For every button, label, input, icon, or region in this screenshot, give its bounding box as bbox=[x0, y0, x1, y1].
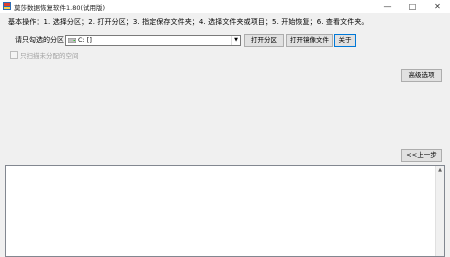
drive-icon bbox=[68, 38, 76, 43]
maximize-button[interactable]: □ bbox=[400, 0, 425, 13]
window-title: 莫莎数据恢复软件1.80(试用版) bbox=[14, 4, 106, 12]
partition-label: 请只勾选的分区： bbox=[15, 36, 71, 44]
instructions-text: 基本操作：1. 选择分区；2. 打开分区；3. 指定保存文件夹；4. 选择文件夹… bbox=[8, 18, 369, 26]
close-button[interactable]: ✕ bbox=[425, 0, 450, 13]
open-image-button[interactable]: 打开镜像文件 bbox=[286, 34, 333, 47]
partition-select-value: C: [] bbox=[78, 36, 92, 44]
partition-select[interactable]: C: [] ▼ bbox=[65, 35, 241, 46]
main-panel: 基本操作：1. 选择分区；2. 打开分区；3. 指定保存文件夹；4. 选择文件夹… bbox=[0, 13, 450, 257]
log-scrollbar[interactable]: ▲ bbox=[435, 166, 444, 256]
prev-step-button[interactable]: <<上一步 bbox=[401, 149, 442, 162]
scroll-up-icon[interactable]: ▲ bbox=[436, 166, 444, 174]
chevron-down-icon[interactable]: ▼ bbox=[231, 36, 240, 45]
advanced-options-button[interactable]: 高级选项 bbox=[401, 69, 442, 82]
log-output-area[interactable]: ▲ bbox=[5, 165, 445, 257]
about-button[interactable]: 关于 bbox=[334, 34, 356, 47]
unallocated-only-label: 只扫描未分配的空间 bbox=[20, 52, 79, 60]
open-partition-button[interactable]: 打开分区 bbox=[244, 34, 284, 47]
minimize-button[interactable]: — bbox=[375, 0, 400, 13]
unallocated-only-checkbox[interactable] bbox=[10, 51, 18, 59]
app-icon bbox=[3, 2, 11, 10]
title-bar: 莫莎数据恢复软件1.80(试用版) — □ ✕ bbox=[0, 0, 450, 14]
